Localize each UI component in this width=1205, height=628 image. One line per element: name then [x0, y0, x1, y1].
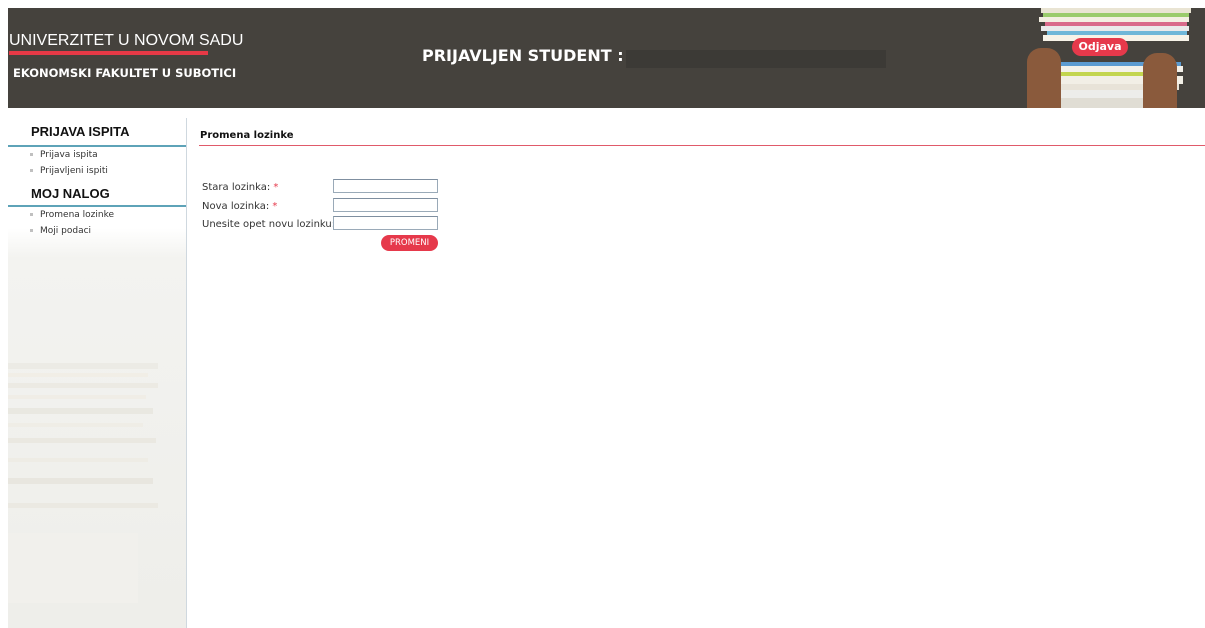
sidebar-item-prijavljeni-ispiti[interactable]: Prijavljeni ispiti [30, 166, 108, 176]
sidebar-section-title: PRIJAVA ISPITA [31, 124, 130, 139]
sidebar-section-divider [8, 205, 186, 207]
sidebar-item-label: Prijavljeni ispiti [40, 166, 108, 176]
hand-left-image [1027, 48, 1061, 108]
sidebar-section-divider [8, 145, 186, 147]
new-password-label: Nova lozinka: * [202, 201, 277, 212]
sidebar-item-promena-lozinke[interactable]: Promena lozinke [30, 210, 114, 220]
confirm-password-input[interactable] [333, 216, 438, 230]
old-password-label: Stara lozinka: * [202, 182, 278, 193]
university-title: UNIVERZITET U NOVOM SADU [9, 32, 244, 49]
page-title: Promena lozinke [200, 130, 294, 141]
new-password-label-text: Nova lozinka: [202, 201, 270, 212]
sidebar-section-moj-nalog: MOJ NALOG [8, 186, 186, 201]
books-stack-image [1021, 8, 1205, 108]
student-name-value [626, 50, 886, 68]
confirm-password-label: Unesite opet novu lozinku: * [202, 219, 343, 230]
university-underline [9, 51, 208, 55]
change-password-button[interactable]: PROMENI [381, 235, 438, 251]
sidebar: PRIJAVA ISPITA Prijava ispita Prijavljen… [8, 118, 187, 628]
bullet-icon [30, 169, 33, 172]
page-title-divider [199, 145, 1205, 146]
required-mark: * [272, 201, 278, 212]
old-password-label-text: Stara lozinka: [202, 182, 271, 193]
logged-in-student-label: PRIJAVLJEN STUDENT : [422, 46, 624, 65]
header-banner: UNIVERZITET U NOVOM SADU EKONOMSKI FAKUL… [8, 8, 1205, 108]
new-password-input[interactable] [333, 198, 438, 212]
sidebar-item-prijava-ispita[interactable]: Prijava ispita [30, 150, 98, 160]
sidebar-section-title: MOJ NALOG [31, 186, 110, 201]
bullet-icon [30, 153, 33, 156]
sidebar-item-label: Prijava ispita [40, 150, 98, 160]
old-password-input[interactable] [333, 179, 438, 193]
sidebar-item-moji-podaci[interactable]: Moji podaci [30, 226, 91, 236]
sidebar-section-prijava-ispita: PRIJAVA ISPITA [8, 124, 186, 139]
sidebar-books-decor [8, 363, 158, 603]
bullet-icon [30, 213, 33, 216]
logout-button[interactable]: Odjava [1072, 38, 1128, 56]
faculty-title: EKONOMSKI FAKULTET U SUBOTICI [13, 66, 237, 80]
hand-right-image [1143, 53, 1177, 108]
sidebar-item-label: Promena lozinke [40, 210, 115, 220]
sidebar-item-label: Moji podaci [40, 226, 92, 236]
confirm-password-label-text: Unesite opet novu lozinku: [202, 219, 336, 230]
bullet-icon [30, 229, 33, 232]
required-mark: * [273, 182, 279, 193]
